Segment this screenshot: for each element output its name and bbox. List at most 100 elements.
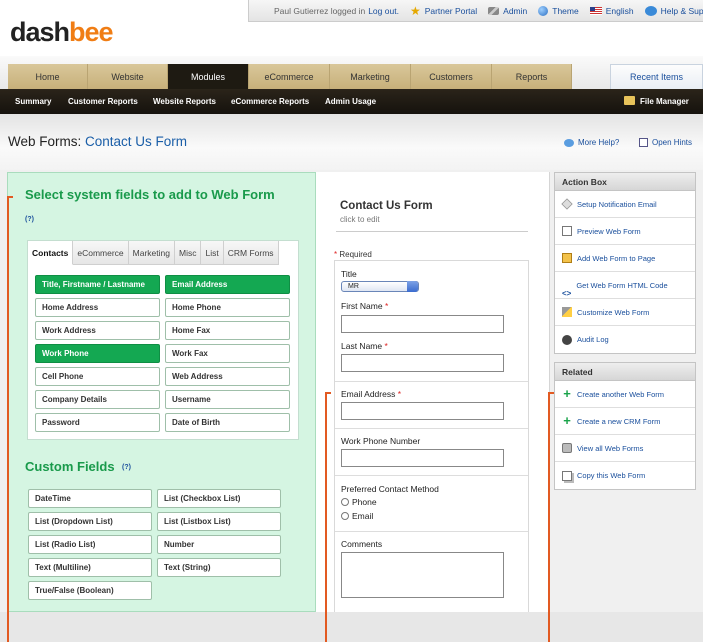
field-web-address[interactable]: Web Address xyxy=(165,367,290,386)
audit-log-link[interactable]: Audit Log xyxy=(555,326,695,353)
copy-web-form-link[interactable]: Copy this Web Form xyxy=(555,462,695,489)
language-link[interactable]: English xyxy=(589,6,634,16)
audit-icon xyxy=(562,334,572,345)
system-fields-box: Contacts eCommerce Marketing Misc List C… xyxy=(27,240,299,440)
tab-list[interactable]: List xyxy=(201,241,224,265)
system-fields-heading: Select system fields to add to Web Form xyxy=(25,187,275,202)
flag-icon xyxy=(589,6,602,15)
tab-contacts[interactable]: Contacts xyxy=(28,241,74,265)
work-phone-input[interactable] xyxy=(341,449,504,467)
custom-field-dropdown-list[interactable]: List (Dropdown List) xyxy=(28,512,152,531)
open-hints-link[interactable]: Open Hints xyxy=(639,138,692,147)
logout-link[interactable]: Log out. xyxy=(368,6,399,16)
first-name-input[interactable] xyxy=(341,315,504,333)
field-email-address[interactable]: Email Address xyxy=(165,275,290,294)
tab-website[interactable]: Website xyxy=(88,64,168,89)
view-icon xyxy=(562,443,572,453)
help-support-link[interactable]: Help & Support xyxy=(644,5,703,16)
radio-button[interactable] xyxy=(341,512,349,520)
logged-in-text: Paul Gutierrez logged in xyxy=(274,5,366,16)
add-web-form-to-page-link[interactable]: Add Web Form to Page xyxy=(555,245,695,272)
form-title[interactable]: Contact Us Form xyxy=(340,200,433,212)
tab-home[interactable]: Home xyxy=(8,64,88,89)
field-home-address[interactable]: Home Address xyxy=(35,298,160,317)
top-bar: dashbee Paul Gutierrez logged in Log out… xyxy=(0,0,703,56)
field-date-of-birth[interactable]: Date of Birth xyxy=(165,413,290,432)
tab-customers[interactable]: Customers xyxy=(411,64,492,89)
subnav-website-reports[interactable]: Website Reports xyxy=(153,89,216,114)
recent-items-tab[interactable]: Recent Items xyxy=(610,64,703,89)
field-home-phone[interactable]: Home Phone xyxy=(165,298,290,317)
title-select[interactable]: MR xyxy=(341,281,419,292)
custom-field-checkbox-list[interactable]: List (Checkbox List) xyxy=(157,489,281,508)
setup-notification-email-link[interactable]: Setup Notification Email xyxy=(555,191,695,218)
subnav-admin-usage[interactable]: Admin Usage xyxy=(325,89,376,114)
help-bubble-icon xyxy=(564,138,574,147)
comments-textarea[interactable] xyxy=(341,552,504,598)
field-work-phone[interactable]: Work Phone xyxy=(35,344,160,363)
annotation-line xyxy=(7,196,9,642)
form-preview-panel: Contact Us Form click to edit * Required… xyxy=(316,172,550,612)
field-password[interactable]: Password xyxy=(35,413,160,432)
field-work-address[interactable]: Work Address xyxy=(35,321,160,340)
subnav-ecommerce-reports[interactable]: eCommerce Reports xyxy=(231,89,309,114)
field-username[interactable]: Username xyxy=(165,390,290,409)
partner-portal-link[interactable]: ★ Partner Portal xyxy=(410,5,477,17)
create-another-web-form-link[interactable]: + Create another Web Form xyxy=(555,381,695,408)
tab-ecommerce[interactable]: eCommerce xyxy=(249,64,330,89)
tab-reports[interactable]: Reports xyxy=(492,64,572,89)
custom-field-datetime[interactable]: DateTime xyxy=(28,489,152,508)
tab-marketing-fields[interactable]: Marketing xyxy=(128,241,175,265)
separator xyxy=(335,531,528,532)
view-all-web-forms-link[interactable]: View all Web Forms xyxy=(555,435,695,462)
form-divider xyxy=(336,231,528,232)
field-work-fax[interactable]: Work Fax xyxy=(165,344,290,363)
page-bottom xyxy=(0,612,703,642)
get-html-code-link[interactable]: <> Get Web Form HTML Code xyxy=(555,272,695,299)
custom-field-text-multiline[interactable]: Text (Multiline) xyxy=(28,558,152,577)
tab-crm-forms[interactable]: CRM Forms xyxy=(223,241,279,265)
related-box: Related + Create another Web Form + Create… xyxy=(554,362,696,490)
related-heading: Related xyxy=(555,363,695,381)
field-cell-phone[interactable]: Cell Phone xyxy=(35,367,160,386)
radio-button[interactable] xyxy=(341,498,349,506)
tab-ecommerce-fields[interactable]: eCommerce xyxy=(73,241,129,265)
admin-link[interactable]: Admin xyxy=(488,6,527,16)
custom-field-boolean[interactable]: True/False (Boolean) xyxy=(28,581,152,600)
dashbee-logo[interactable]: dashbee xyxy=(10,17,114,47)
field-title-name[interactable]: Title, Firstname / Lastname xyxy=(35,275,160,294)
last-name-input[interactable] xyxy=(341,354,504,372)
field-company-details[interactable]: Company Details xyxy=(35,390,160,409)
tab-misc[interactable]: Misc xyxy=(175,241,202,265)
copy-icon xyxy=(562,470,572,481)
field-home-fax[interactable]: Home Fax xyxy=(165,321,290,340)
main-nav: Home Website Modules eCommerce Marketing… xyxy=(0,56,703,89)
first-name-label: First Name * xyxy=(341,301,389,311)
file-manager-link[interactable]: File Manager xyxy=(624,89,689,114)
theme-link[interactable]: Theme xyxy=(538,5,579,16)
subnav-summary[interactable]: Summary xyxy=(15,89,51,114)
system-fields-panel: Select system fields to add to Web Form … xyxy=(7,172,316,612)
action-box: Action Box Setup Notification Email Prev… xyxy=(554,172,696,354)
custom-field-number[interactable]: Number xyxy=(157,535,281,554)
custom-field-text-string[interactable]: Text (String) xyxy=(157,558,281,577)
tab-modules[interactable]: Modules xyxy=(168,64,249,89)
system-fields-help-link[interactable]: (?) xyxy=(25,216,34,223)
more-help-link[interactable]: More Help? xyxy=(564,138,619,147)
custom-fields-help-link[interactable]: (?) xyxy=(122,464,131,471)
tab-marketing[interactable]: Marketing xyxy=(330,64,411,89)
email-input[interactable] xyxy=(341,402,504,420)
title-label: Title xyxy=(341,269,357,279)
tag-icon xyxy=(561,198,573,210)
subnav-customer-reports[interactable]: Customer Reports xyxy=(68,89,138,114)
radio-phone[interactable]: Phone xyxy=(341,497,377,507)
create-crm-form-link[interactable]: + Create a new CRM Form xyxy=(555,408,695,435)
preview-web-form-link[interactable]: Preview Web Form xyxy=(555,218,695,245)
radio-email[interactable]: Email xyxy=(341,511,373,521)
customize-web-form-link[interactable]: Customize Web Form xyxy=(555,299,695,326)
custom-field-listbox-list[interactable]: List (Listbox List) xyxy=(157,512,281,531)
action-box-heading: Action Box xyxy=(555,173,695,191)
custom-field-radio-list[interactable]: List (Radio List) xyxy=(28,535,152,554)
page-title-link[interactable]: Contact Us Form xyxy=(85,134,187,149)
hints-icon xyxy=(639,138,648,147)
